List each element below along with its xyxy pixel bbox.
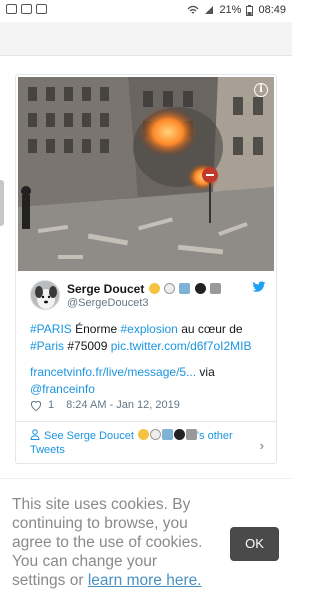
dog-emoji-icon: [149, 429, 161, 440]
wifi-icon: [187, 5, 199, 14]
tweet-text-segment: Énorme: [71, 322, 121, 336]
notification-icon: [6, 4, 17, 14]
cookie-banner: This site uses cookies. By continuing to…: [0, 478, 292, 600]
smile-emoji-icon: [148, 283, 160, 294]
page-header-band: [0, 22, 292, 56]
author-name[interactable]: Serge Doucet: [67, 282, 222, 296]
soccer-ball-emoji-icon: [173, 429, 185, 440]
dog-avatar-icon: [31, 281, 59, 309]
status-system: 21% 08:49: [187, 4, 286, 16]
book-emoji-icon: [161, 429, 173, 440]
battery-icon: [246, 4, 254, 16]
heart-icon[interactable]: [30, 400, 42, 411]
learn-more-link[interactable]: learn more here.: [88, 572, 202, 589]
article-link[interactable]: francetvinfo.fr/live/message/5...: [30, 365, 196, 379]
tweet-timestamp[interactable]: 8:24 AM - Jan 12, 2019: [66, 399, 180, 411]
avatar[interactable]: [30, 280, 60, 310]
twitter-bird-icon[interactable]: [252, 281, 266, 293]
mail-icon: [21, 4, 32, 14]
music-emoji-icon: [210, 283, 222, 294]
see-more-prefix[interactable]: See Serge Doucet: [44, 430, 134, 442]
soccer-ball-emoji-icon: [194, 283, 206, 294]
hashtag-link[interactable]: #Paris: [30, 339, 64, 353]
cookie-message: This site uses cookies. By continuing to…: [12, 495, 212, 590]
book-emoji-icon: [179, 283, 191, 294]
tweet-text-segment: #75009: [64, 339, 111, 353]
explosion-street-photo: [18, 77, 274, 271]
image-icon: [36, 4, 47, 14]
info-icon[interactable]: i: [254, 83, 268, 97]
dog-emoji-icon: [164, 283, 176, 294]
smile-emoji-icon: [137, 429, 149, 440]
author-display-name[interactable]: Serge Doucet: [67, 282, 144, 296]
see-other-tweets-link[interactable]: See Serge Doucet 's other Tweets: [30, 429, 262, 457]
ok-button[interactable]: OK: [230, 527, 279, 561]
profile-icon: [30, 429, 40, 440]
clock: 08:49: [258, 4, 286, 16]
status-bar: 21% 08:49: [0, 0, 292, 22]
mention-link[interactable]: @franceinfo: [30, 382, 95, 396]
tweet-text: #PARIS Énorme #explosion au cœur de #Par…: [30, 321, 270, 398]
tweet-meta: 1 8:24 AM - Jan 12, 2019: [30, 399, 180, 411]
pic-link[interactable]: pic.twitter.com/d6f7oI2MIB: [111, 339, 252, 353]
status-notifications: [6, 4, 47, 14]
music-emoji-icon: [185, 429, 197, 440]
battery-percent: 21%: [219, 4, 242, 16]
hashtag-link[interactable]: #explosion: [120, 322, 177, 336]
hashtag-link[interactable]: #PARIS: [30, 322, 72, 336]
chevron-right-icon[interactable]: ›: [260, 438, 264, 453]
tweet-photo[interactable]: i: [18, 77, 274, 271]
divider: [16, 421, 276, 422]
like-count: 1: [48, 399, 55, 411]
tweet-text-segment: via: [196, 365, 215, 379]
scroll-handle[interactable]: [0, 180, 4, 226]
author-handle[interactable]: @SergeDoucet3: [67, 297, 149, 309]
embedded-tweet[interactable]: i Serge Doucet @SergeDoucet3 #PARIS Énor…: [15, 74, 277, 464]
signal-icon: [205, 6, 214, 14]
tweet-text-segment: au cœur de: [177, 322, 243, 336]
